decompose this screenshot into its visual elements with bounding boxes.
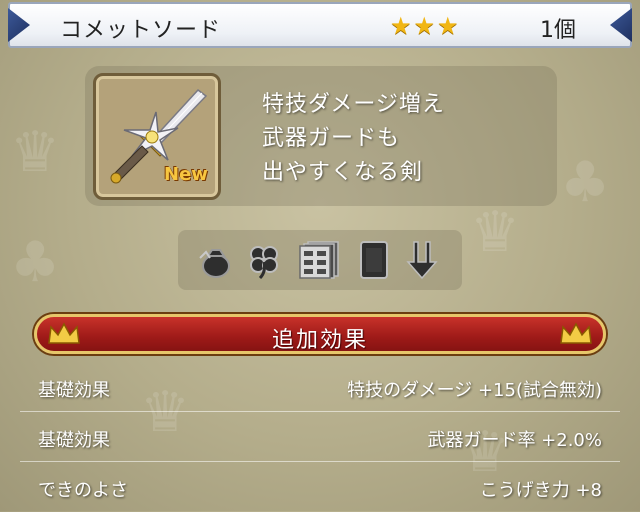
- effect-label: できのよさ: [38, 480, 128, 501]
- effect-label: 基礎効果: [38, 380, 110, 401]
- clover-icon: [250, 246, 278, 280]
- section-title: 追加効果: [271, 328, 368, 353]
- crown-icon: [560, 322, 592, 344]
- star-rating: ★★★: [390, 12, 461, 40]
- effect-label: 基礎効果: [38, 430, 110, 451]
- background-motif: ♣: [10, 230, 61, 295]
- item-icon-frame[interactable]: New: [93, 73, 221, 200]
- additional-effects-header: 追加効果: [34, 314, 606, 354]
- item-description: 特技ダメージ増え 武器ガードも 出やすくなる剣: [262, 88, 542, 190]
- item-name: コメットソード: [60, 18, 222, 43]
- effect-value: こうげき力 +8: [479, 480, 602, 501]
- background-motif: ♣: [560, 150, 611, 215]
- effect-row: できのよさ こうげき力 +8: [20, 462, 620, 512]
- description-line: 特技ダメージ増え: [262, 92, 445, 117]
- effect-row: 基礎効果 武器ガード率 +2.0%: [20, 412, 620, 462]
- background-motif: ♛: [470, 200, 521, 265]
- drawer-icon: [299, 241, 339, 279]
- bag-icon: [199, 249, 230, 278]
- description-line: 武器ガードも: [262, 126, 401, 151]
- item-title-bar: コメットソード ★★★ 1個: [8, 2, 632, 48]
- effect-value: 武器ガード率 +2.0%: [427, 430, 602, 451]
- new-badge: New: [164, 164, 208, 185]
- description-line: 出やすくなる剣: [262, 160, 424, 185]
- background-motif: ♛: [10, 120, 61, 185]
- effect-value: 特技のダメージ +15(試合無効): [347, 380, 602, 401]
- card-icon: [360, 241, 388, 279]
- item-count: 1個: [540, 18, 576, 43]
- effect-row: 基礎効果 特技のダメージ +15(試合無効): [20, 362, 620, 412]
- downward-arrows-icon: [406, 241, 438, 280]
